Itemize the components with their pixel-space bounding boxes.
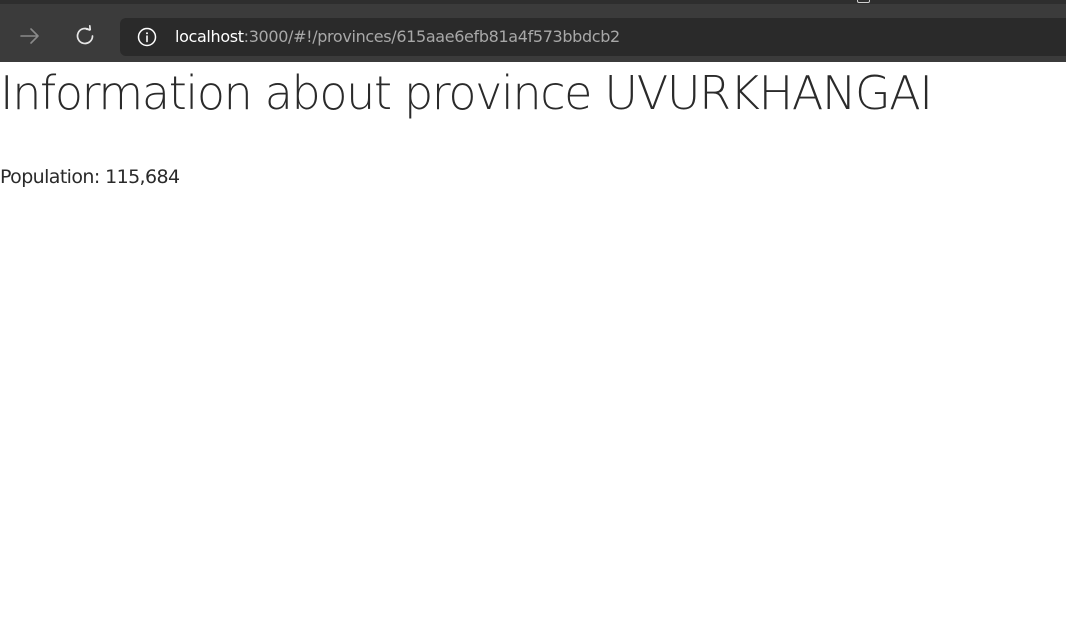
url-text[interactable]: localhost:3000/#!/provinces/615aae6efb81… (175, 27, 620, 47)
population-line: Population: 115,684 (0, 165, 180, 189)
info-circle-icon[interactable] (137, 27, 157, 47)
browser-toolbar: localhost:3000/#!/provinces/615aae6efb81… (0, 0, 1066, 62)
tab-strip (0, 0, 1066, 4)
arrow-right-icon (20, 28, 39, 44)
refresh-icon (76, 25, 94, 45)
address-bar[interactable]: localhost:3000/#!/provinces/615aae6efb81… (120, 18, 1066, 56)
population-label: Population: (0, 166, 100, 188)
tab-icon[interactable] (857, 0, 870, 3)
refresh-button[interactable] (69, 20, 101, 52)
population-value: 115,684 (105, 166, 180, 188)
url-path: :3000/#!/provinces/615aae6efb81a4f573bbd… (243, 27, 621, 46)
forward-button[interactable] (14, 20, 46, 52)
url-host: localhost (175, 27, 244, 46)
page-title: Information about province UVURKHANGAI (0, 66, 933, 120)
